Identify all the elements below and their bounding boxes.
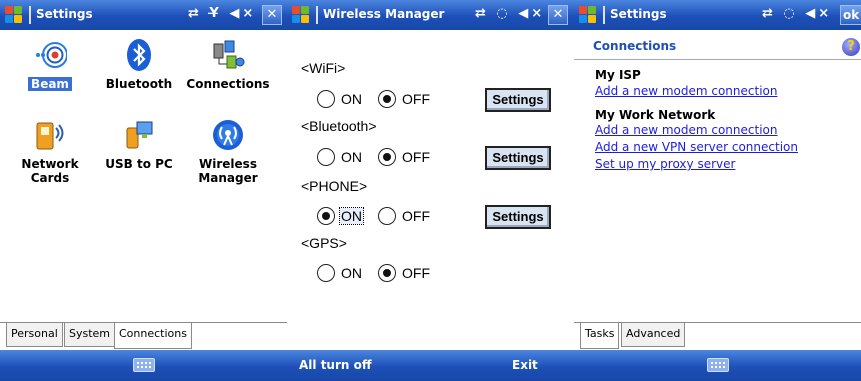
connections-label: Connections — [186, 77, 270, 91]
ok-button[interactable]: ok — [840, 5, 861, 25]
gps-off-label[interactable]: OFF — [402, 265, 430, 281]
wireless-manager-icon — [211, 118, 245, 152]
connections-tab-bar: Tasks Advanced — [574, 322, 861, 350]
title-bar: Wireless Manager ⇄ ◌ ◀× ✕ — [287, 0, 574, 30]
exit-softkey[interactable]: Exit — [512, 358, 538, 372]
connections-icon — [211, 38, 245, 72]
work-add-vpn-link[interactable]: Add a new VPN server connection — [595, 140, 798, 154]
phone-label: <PHONE> — [301, 178, 368, 194]
usb-to-pc-item[interactable]: USB to PC — [94, 118, 184, 171]
tab-personal[interactable]: Personal — [6, 323, 63, 347]
wireless-manager-item[interactable]: Wireless Manager — [183, 118, 273, 185]
bluetooth-on-label[interactable]: ON — [341, 149, 362, 165]
wifi-on-label[interactable]: ON — [341, 91, 362, 107]
window-title: Wireless Manager — [323, 7, 445, 21]
status-icons[interactable]: ⇄ Y̶ ◀× — [188, 6, 256, 21]
work-add-modem-link[interactable]: Add a new modem connection — [595, 123, 777, 137]
bluetooth-off-label[interactable]: OFF — [402, 149, 430, 165]
tab-tasks[interactable]: Tasks — [580, 323, 620, 349]
connections-header: Connections ? — [574, 30, 861, 60]
settings-tab-bar: Personal System Connections — [0, 322, 287, 350]
title-separator — [603, 6, 605, 24]
wireless-manager-label: Wireless Manager — [198, 157, 258, 185]
connections-item[interactable]: Connections — [183, 38, 273, 91]
tab-connections[interactable]: Connections — [114, 323, 192, 349]
soft-key-bar — [574, 350, 861, 381]
my-work-network-heading: My Work Network — [595, 108, 716, 122]
usb-to-pc-label: USB to PC — [105, 157, 173, 171]
settings-screen: Settings ⇄ Y̶ ◀× ✕ Beam Bluetooth Connec… — [0, 0, 287, 381]
bluetooth-item[interactable]: Bluetooth — [94, 38, 184, 91]
title-separator — [29, 6, 31, 24]
bluetooth-icon — [122, 38, 156, 72]
network-cards-item[interactable]: Network Cards — [5, 118, 95, 185]
title-bar: Settings ⇄ Y̶ ◀× ✕ — [0, 0, 287, 30]
help-icon[interactable]: ? — [842, 38, 860, 56]
gps-on-label[interactable]: ON — [341, 265, 362, 281]
gps-on-radio[interactable] — [317, 264, 335, 282]
wireless-manager-screen: Wireless Manager ⇄ ◌ ◀× ✕ <WiFi> ON OFF … — [287, 0, 574, 381]
gps-label: <GPS> — [301, 235, 347, 251]
wifi-off-radio[interactable] — [378, 90, 396, 108]
phone-on-radio[interactable] — [317, 207, 335, 225]
phone-off-label[interactable]: OFF — [402, 208, 430, 224]
window-title: Settings — [36, 7, 93, 21]
tab-advanced[interactable]: Advanced — [621, 323, 686, 347]
beam-item[interactable]: Beam — [5, 38, 95, 92]
keyboard-icon[interactable] — [706, 358, 729, 372]
phone-on-label[interactable]: ON — [339, 207, 364, 225]
status-icons[interactable]: ⇄ ◌ ◀× — [762, 6, 832, 21]
all-turn-off-softkey[interactable]: All turn off — [299, 358, 372, 372]
network-cards-icon — [33, 118, 67, 152]
wifi-label: <WiFi> — [301, 60, 346, 76]
wifi-settings-button[interactable]: Settings — [485, 88, 551, 112]
windows-start-icon[interactable] — [292, 6, 310, 24]
bluetooth-on-radio[interactable] — [317, 148, 335, 166]
phone-settings-button[interactable]: Settings — [485, 205, 551, 229]
beam-icon — [33, 38, 68, 72]
phone-off-radio[interactable] — [378, 207, 396, 225]
wifi-on-radio[interactable] — [317, 90, 335, 108]
title-separator — [316, 6, 318, 24]
bluetooth-settings-button[interactable]: Settings — [485, 146, 551, 170]
tab-system[interactable]: System — [64, 323, 116, 347]
isp-add-modem-link[interactable]: Add a new modem connection — [595, 84, 777, 98]
soft-key-bar — [0, 350, 287, 381]
beam-label: Beam — [28, 77, 72, 91]
work-proxy-link[interactable]: Set up my proxy server — [595, 157, 735, 171]
gps-off-radio[interactable] — [378, 264, 396, 282]
network-cards-label: Network Cards — [21, 157, 79, 185]
close-button[interactable]: ✕ — [262, 5, 282, 25]
windows-start-icon[interactable] — [579, 6, 597, 24]
wifi-off-label[interactable]: OFF — [402, 91, 430, 107]
close-button[interactable]: ✕ — [548, 5, 568, 25]
keyboard-icon[interactable] — [132, 358, 155, 372]
bluetooth-label: Bluetooth — [105, 77, 173, 91]
windows-start-icon[interactable] — [5, 6, 23, 24]
my-isp-heading: My ISP — [595, 68, 641, 82]
window-title: Settings — [610, 7, 667, 21]
usb-to-pc-icon — [122, 118, 156, 152]
title-bar: Settings ⇄ ◌ ◀× ok — [574, 0, 861, 30]
connections-screen: Settings ⇄ ◌ ◀× ok Connections ? My ISP … — [574, 0, 861, 381]
bluetooth-label: <Bluetooth> — [301, 118, 377, 134]
page-title: Connections — [593, 39, 677, 53]
bluetooth-off-radio[interactable] — [378, 148, 396, 166]
status-icons[interactable]: ⇄ ◌ ◀× — [475, 6, 545, 21]
